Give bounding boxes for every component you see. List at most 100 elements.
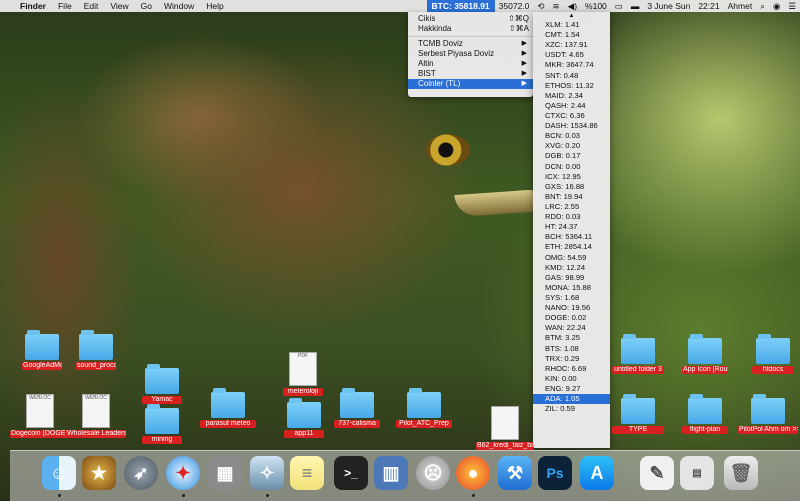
- desktop-folder[interactable]: PilotPol Ahm om >> Pilot.......webloc: [738, 394, 798, 434]
- battery-percent[interactable]: %100: [581, 0, 611, 12]
- desktop-spreadsheet[interactable]: B62_kredi_faiz_bil: [476, 406, 534, 450]
- migration-icon[interactable]: ☹: [416, 456, 450, 490]
- battery-icon[interactable]: ▭: [611, 0, 627, 12]
- volume-icon[interactable]: ◀): [564, 0, 581, 12]
- scroll-up-icon[interactable]: ▲: [533, 12, 610, 20]
- coin-menu-item[interactable]: DASH: 1534.86: [533, 121, 610, 131]
- textedit-icon[interactable]: ✎: [640, 456, 674, 490]
- launchpad-icon[interactable]: ★: [82, 456, 116, 490]
- desktop-folder[interactable]: 737-calisma: [334, 388, 380, 428]
- desktop-folder[interactable]: parasut meteo: [200, 388, 256, 428]
- btc-price-item[interactable]: BTC: 35818.91: [426, 0, 495, 12]
- coin-menu-item[interactable]: BTS: 1.08: [533, 344, 610, 354]
- coin-menu-item[interactable]: KIN: 0.00: [533, 374, 610, 384]
- desktop-pdf[interactable]: PDF meteroloji: [283, 352, 323, 396]
- price-item-2[interactable]: 35072.0: [495, 0, 534, 12]
- desktop-folder[interactable]: app11: [284, 398, 324, 438]
- coin-menu-item[interactable]: SYS: 1.68: [533, 293, 610, 303]
- coin-menu-item[interactable]: BCH: 5364.11: [533, 232, 610, 242]
- coin-menu-item[interactable]: DCN: 0.00: [533, 162, 610, 172]
- coin-menu-item[interactable]: DGB: 0.17: [533, 151, 610, 161]
- menu-item-serbest[interactable]: Serbest Piyasa Doviz ▶: [408, 49, 533, 59]
- coin-menu-item[interactable]: BTM: 3.25: [533, 333, 610, 343]
- desktop-webloc[interactable]: WEBLOC Wholesale Leadershi...Directory: [66, 394, 126, 438]
- menu-item-altin[interactable]: Altin ▶: [408, 59, 533, 69]
- menu-file[interactable]: File: [52, 0, 78, 12]
- coin-menu-item[interactable]: ETHOS: 11.32: [533, 81, 610, 91]
- coin-menu-item[interactable]: RDD: 0.03: [533, 212, 610, 222]
- coin-menu-item[interactable]: GXS: 16.88: [533, 182, 610, 192]
- coin-menu-item[interactable]: XLM: 1.41: [533, 20, 610, 30]
- photoshop-icon[interactable]: Ps: [538, 456, 572, 490]
- coin-menu-item[interactable]: GAS: 98.99: [533, 273, 610, 283]
- menu-view[interactable]: View: [104, 0, 134, 12]
- finder-icon[interactable]: ☺: [42, 456, 76, 490]
- desktop-folder[interactable]: App Icon [Rounded]: [682, 334, 728, 374]
- wifi-icon[interactable]: ≋: [549, 0, 564, 12]
- coin-menu-item[interactable]: DOGE: 0.02: [533, 313, 610, 323]
- desktop-folder[interactable]: TYPE: [612, 394, 664, 434]
- preview-icon[interactable]: ✧: [250, 456, 284, 490]
- menu-item-coinler[interactable]: Coinler (TL) ▶: [408, 79, 533, 89]
- desktop-folder[interactable]: GoogleAdMobAds SdkiOS: [22, 330, 62, 370]
- coin-menu-item[interactable]: HT: 24.37: [533, 222, 610, 232]
- coin-menu-item[interactable]: MONA: 15.88: [533, 283, 610, 293]
- piles-icon[interactable]: ▥: [374, 456, 408, 490]
- coin-menu-item[interactable]: RHOC: 6.69: [533, 364, 610, 374]
- desktop-folder[interactable]: mining: [142, 404, 182, 444]
- time-machine-icon[interactable]: ⟲: [533, 0, 548, 12]
- siri-icon[interactable]: ◉: [769, 0, 784, 12]
- mamp-icon[interactable]: ▤: [680, 456, 714, 490]
- coin-menu-item[interactable]: MKR: 3647.74: [533, 60, 610, 70]
- menu-item-quit[interactable]: Cikis ⇧⌘Q: [408, 14, 533, 24]
- desktop-folder[interactable]: untitled folder 3: [612, 334, 664, 374]
- coin-menu-item[interactable]: ENG: 9.27: [533, 384, 610, 394]
- coin-menu-item[interactable]: SNT: 0.48: [533, 71, 610, 81]
- coin-menu-item[interactable]: BNT: 19.94: [533, 192, 610, 202]
- firefox-icon[interactable]: ●: [456, 456, 490, 490]
- coin-menu-item[interactable]: KMD: 12.24: [533, 263, 610, 273]
- desktop-folder[interactable]: Yamac: [142, 364, 182, 404]
- menu-item-bist[interactable]: BIST ▶: [408, 69, 533, 79]
- menu-help[interactable]: Help: [200, 0, 229, 12]
- coin-menu-item[interactable]: XVG: 0.20: [533, 141, 610, 151]
- app-store-icon[interactable]: A: [580, 456, 614, 490]
- coin-menu-item[interactable]: TRX: 0.29: [533, 354, 610, 364]
- desktop-webloc[interactable]: WEBLOC Dogecoin (DOGE) price_ch...rketCap: [10, 394, 70, 438]
- date-label[interactable]: 3 June Sun: [643, 0, 694, 12]
- coin-menu-item[interactable]: OMG: 54.59: [533, 253, 610, 263]
- coin-menu-item[interactable]: CTXC: 6.36: [533, 111, 610, 121]
- coin-menu-item[interactable]: ETH: 2854.14: [533, 242, 610, 252]
- trash-icon[interactable]: 🗑: [724, 456, 758, 490]
- notification-icon[interactable]: ☰: [784, 0, 800, 12]
- coin-menu-item[interactable]: USDT: 4.65: [533, 50, 610, 60]
- coin-menu-item[interactable]: QASH: 2.44: [533, 101, 610, 111]
- time-label[interactable]: 22:21: [694, 0, 723, 12]
- user-name[interactable]: Ahmet: [724, 0, 757, 12]
- coin-menu-item[interactable]: XZC: 137.91: [533, 40, 610, 50]
- menu-item-tcmb[interactable]: TCMB Doviz ▶: [408, 39, 533, 49]
- menu-finder[interactable]: Finder: [14, 0, 52, 12]
- notes-icon[interactable]: ≡: [290, 456, 324, 490]
- desktop-folder[interactable]: Pilot_ATC_Prep: [396, 388, 452, 428]
- terminal-icon[interactable]: >_: [334, 456, 368, 490]
- flag-icon[interactable]: ▬: [627, 0, 644, 12]
- rocket-icon[interactable]: ➶: [124, 456, 158, 490]
- coin-menu-item[interactable]: WAN: 22.24: [533, 323, 610, 333]
- menu-go[interactable]: Go: [135, 0, 158, 12]
- coin-menu-item[interactable]: CMT: 1.54: [533, 30, 610, 40]
- menu-window[interactable]: Window: [158, 0, 200, 12]
- coin-menu-item[interactable]: MAID: 2.34: [533, 91, 610, 101]
- coin-menu-item[interactable]: ICX: 12.95: [533, 172, 610, 182]
- coin-menu-item[interactable]: NANO: 19.56: [533, 303, 610, 313]
- search-icon[interactable]: ⌕: [756, 0, 769, 12]
- coin-menu-item[interactable]: LRC: 2.55: [533, 202, 610, 212]
- coin-menu-item[interactable]: ZIL: 0.59: [533, 404, 610, 414]
- coin-menu-item[interactable]: ADA: 1.05: [533, 394, 610, 405]
- menu-edit[interactable]: Edit: [78, 0, 105, 12]
- desktop-folder[interactable]: sound_proccessing: [76, 330, 116, 370]
- calculator-icon[interactable]: ▦: [208, 456, 242, 490]
- coin-menu-item[interactable]: BCN: 0.03: [533, 131, 610, 141]
- menu-item-about[interactable]: Hakkinda ⇧⌘A: [408, 24, 533, 34]
- safari-icon[interactable]: ✦: [166, 456, 200, 490]
